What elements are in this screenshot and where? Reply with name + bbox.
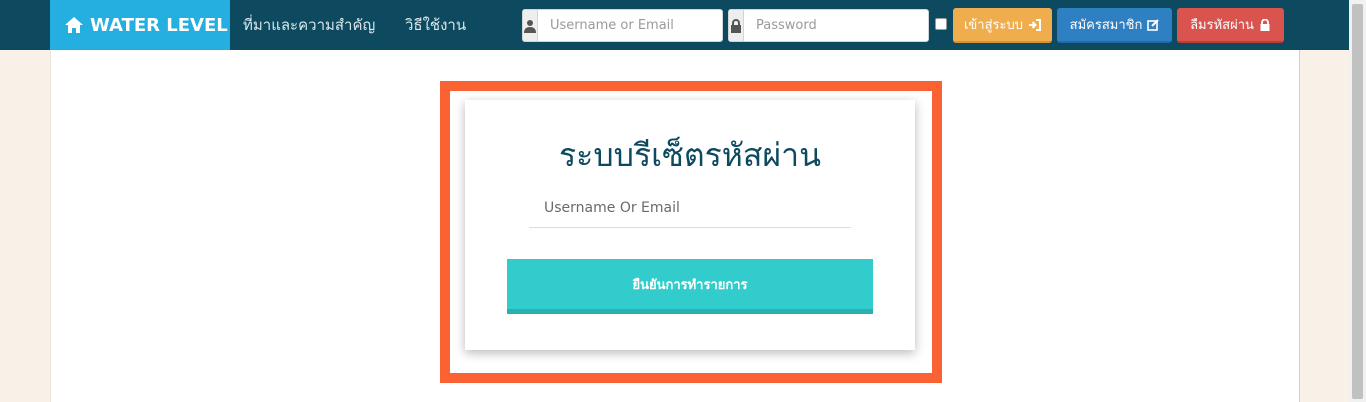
username-field bbox=[522, 9, 732, 42]
edit-icon bbox=[1147, 18, 1160, 31]
nav-link-background[interactable]: ที่มาและความสำคัญ bbox=[243, 0, 375, 50]
brand-label: WATER LEVEL bbox=[90, 14, 228, 36]
lock-icon bbox=[1260, 18, 1270, 31]
password-input[interactable] bbox=[744, 10, 938, 41]
top-navbar: WATER LEVEL ที่มาและความสำคัญ วิธีใช้งาน… bbox=[0, 0, 1366, 50]
login-button[interactable]: เข้าสู่ระบบ bbox=[953, 8, 1052, 43]
brand-link[interactable]: WATER LEVEL bbox=[50, 0, 230, 50]
password-field bbox=[728, 9, 938, 42]
forgot-password-button[interactable]: ลืมรหัสผ่าน bbox=[1177, 8, 1284, 43]
username-input[interactable] bbox=[538, 10, 732, 41]
lock-icon bbox=[729, 10, 744, 41]
reset-username-input[interactable] bbox=[529, 188, 851, 227]
sign-in-icon bbox=[1029, 18, 1042, 31]
login-button-label: เข้าสู่ระบบ bbox=[963, 18, 1024, 33]
remember-me-checkbox[interactable] bbox=[935, 18, 947, 30]
nav-link-how-to-use[interactable]: วิธีใช้งาน bbox=[405, 0, 466, 50]
reset-password-card: ระบบรีเซ็ตรหัสผ่าน ยืนยันการทำรายการ bbox=[465, 100, 915, 350]
register-button[interactable]: สมัครสมาชิก bbox=[1057, 8, 1172, 43]
forgot-password-button-label: ลืมรหัสผ่าน bbox=[1190, 18, 1254, 33]
card-title: ระบบรีเซ็ตรหัสผ่าน bbox=[558, 136, 822, 174]
reset-username-field bbox=[529, 188, 851, 228]
register-button-label: สมัครสมาชิก bbox=[1069, 18, 1143, 33]
user-icon bbox=[523, 10, 538, 41]
home-icon bbox=[65, 17, 83, 33]
submit-button[interactable]: ยืนยันการทำรายการ bbox=[507, 259, 873, 314]
scrollbar-thumb[interactable] bbox=[1352, 4, 1363, 399]
